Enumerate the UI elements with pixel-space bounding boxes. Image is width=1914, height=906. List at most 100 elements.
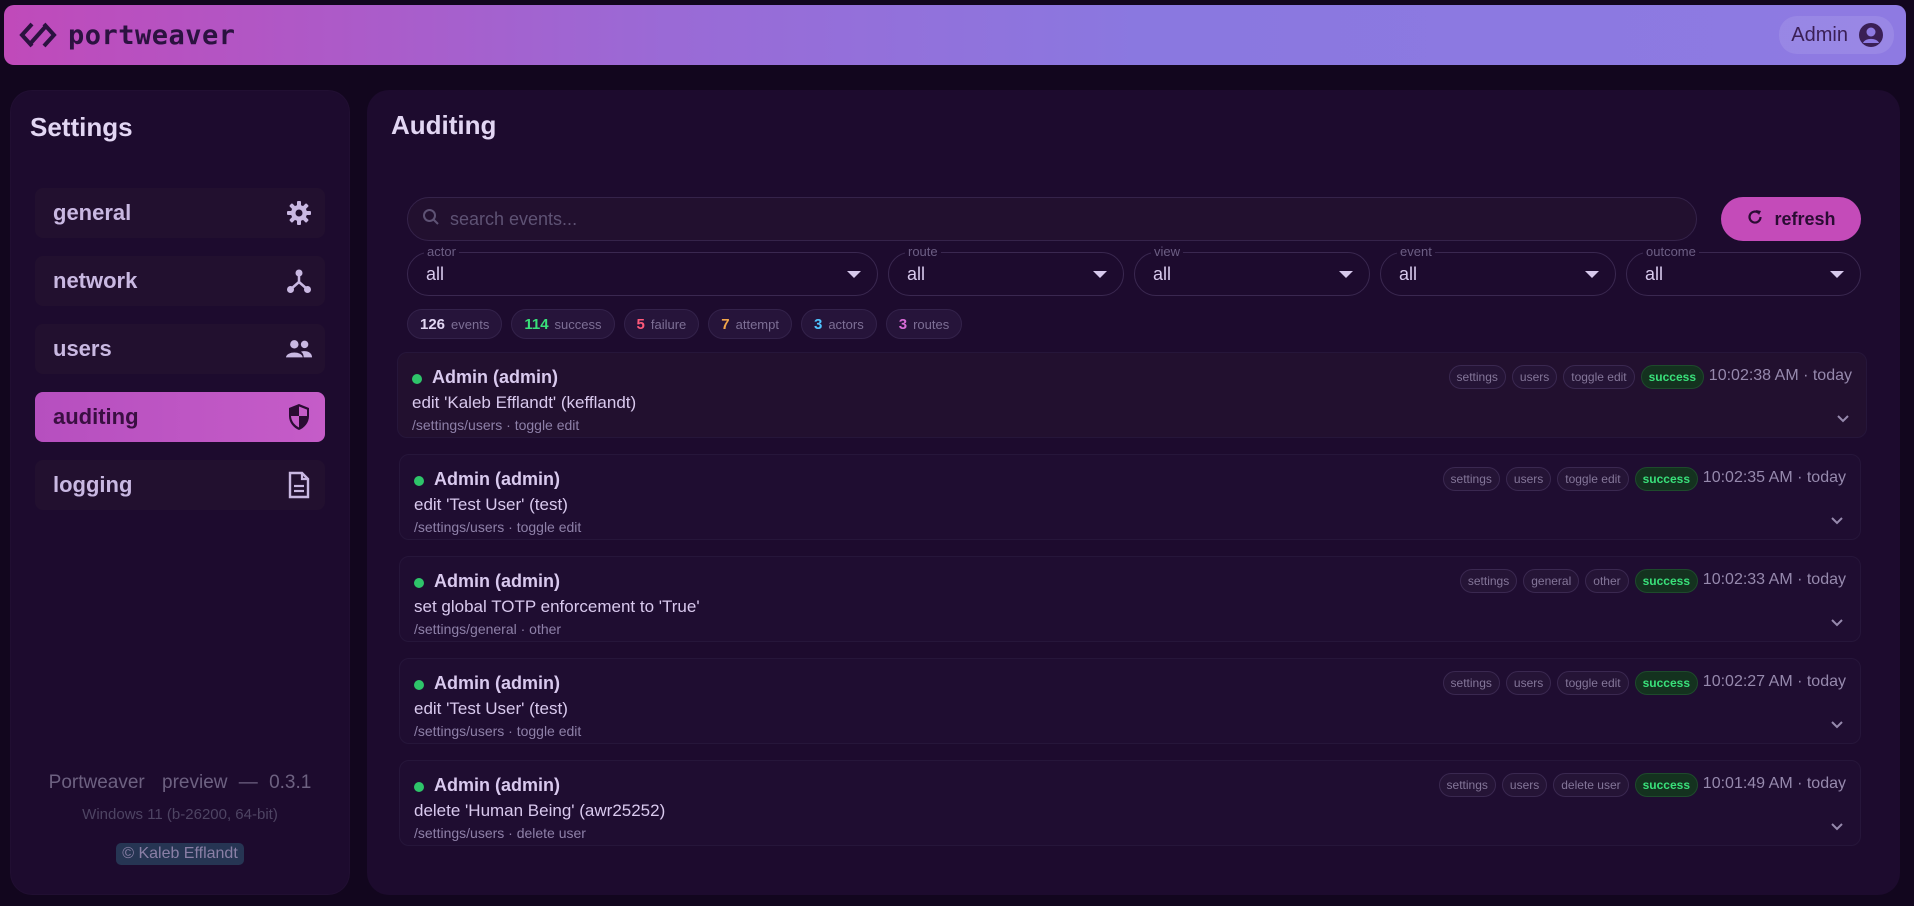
stat-failure: 5 failure: [623, 309, 700, 339]
status-dot: [414, 476, 424, 486]
stat-label: attempt: [735, 316, 779, 332]
event-row[interactable]: Admin (admin) edit 'Test User' (test) /s…: [399, 658, 1861, 744]
event-row[interactable]: Admin (admin) delete 'Human Being' (awr2…: [399, 760, 1861, 846]
sidebar-item-label: general: [53, 200, 132, 225]
filter-legend: route: [905, 244, 941, 259]
event-tag: delete user: [1553, 773, 1629, 797]
filter-row: actor all route all view all event all o…: [407, 244, 1861, 296]
event-actor: Admin (admin): [434, 673, 560, 693]
stat-count: 7: [721, 315, 730, 333]
filter-legend: outcome: [1643, 244, 1699, 259]
event-tag: settings: [1459, 569, 1518, 593]
app-name-footer: Portweaver: [48, 772, 145, 793]
status-dot: [412, 374, 422, 384]
event-tag: toggle edit: [1557, 467, 1629, 491]
version-info: Portweaver preview — 0.3.1: [10, 772, 350, 794]
actor-filter-select[interactable]: actor all: [407, 244, 878, 296]
event-tags: settings users toggle edit success: [1442, 671, 1698, 695]
user-menu-button[interactable]: Admin: [1779, 16, 1894, 54]
stat-count: 3: [898, 315, 908, 333]
stat-label: events: [451, 316, 490, 332]
stat-label: routes: [913, 316, 950, 332]
refresh-button[interactable]: refresh: [1721, 197, 1861, 241]
search-box[interactable]: [407, 197, 1697, 241]
event-path: /settings/general · other: [414, 621, 562, 637]
filter-value: all: [907, 263, 926, 284]
sidebar-item-general[interactable]: general: [35, 188, 325, 238]
event-tag: users: [1505, 467, 1552, 491]
event-path: /settings/users · delete user: [414, 825, 586, 841]
release-channel: preview: [162, 772, 228, 793]
chevron-down-icon[interactable]: [1830, 819, 1844, 833]
event-filter-select[interactable]: event all: [1380, 244, 1616, 296]
portweaver-logo-icon: [18, 18, 58, 52]
sidebar-item-logging[interactable]: logging: [35, 460, 325, 510]
user-name: Admin: [1791, 23, 1848, 46]
event-tag: toggle edit: [1563, 365, 1635, 389]
shield-icon: [285, 403, 313, 431]
event-row[interactable]: Admin (admin) set global TOTP enforcemen…: [399, 556, 1861, 642]
status-dot: [414, 782, 424, 792]
event-tag: settings: [1442, 671, 1500, 695]
sidebar-item-label: users: [53, 336, 112, 361]
stat-count: 114: [524, 315, 549, 333]
event-timestamp: 10:02:33 AM · today: [1702, 571, 1846, 588]
event-tag: users: [1511, 365, 1558, 389]
chevron-down-icon: [1093, 270, 1107, 278]
sidebar-item-label: network: [53, 268, 138, 293]
chevron-down-icon[interactable]: [1830, 615, 1844, 629]
sidebar-item-label: auditing: [53, 404, 139, 429]
event-row[interactable]: Admin (admin) edit 'Kaleb Efflandt' (kef…: [397, 352, 1867, 438]
route-filter-select[interactable]: route all: [888, 244, 1124, 296]
stat-count: 5: [636, 315, 645, 333]
event-tag: users: [1501, 773, 1548, 797]
outcome-badge: success: [1634, 671, 1698, 695]
event-description: edit 'Kaleb Efflandt' (kefflandt): [412, 393, 637, 412]
network-icon: [285, 267, 313, 295]
refresh-icon: [1746, 208, 1764, 231]
event-description: edit 'Test User' (test): [414, 699, 568, 718]
stat-count: 3: [813, 315, 823, 333]
brand[interactable]: portweaver: [18, 18, 236, 52]
stat-label: failure: [650, 316, 687, 332]
account-icon: [1858, 22, 1884, 48]
event-row[interactable]: Admin (admin) edit 'Test User' (test) /s…: [399, 454, 1861, 540]
users-icon: [285, 335, 313, 363]
chevron-down-icon: [1339, 270, 1353, 278]
filter-value: all: [1399, 263, 1418, 284]
stat-label: actors: [828, 316, 864, 332]
chevron-down-icon[interactable]: [1836, 411, 1850, 425]
chevron-down-icon[interactable]: [1830, 513, 1844, 527]
event-timestamp: 10:02:35 AM · today: [1702, 469, 1846, 486]
top-bar: portweaver Admin: [4, 5, 1906, 65]
chevron-down-icon[interactable]: [1830, 717, 1844, 731]
chevron-down-icon: [1830, 270, 1844, 278]
event-tag: general: [1523, 569, 1580, 593]
stats-row: 126 events 114 success 5 failure 7 attem…: [407, 309, 963, 339]
event-tag: other: [1585, 569, 1629, 593]
document-icon: [285, 471, 313, 499]
sidebar-item-network[interactable]: network: [35, 256, 325, 306]
view-filter-select[interactable]: view all: [1134, 244, 1370, 296]
event-list: Admin (admin) edit 'Kaleb Efflandt' (kef…: [397, 352, 1867, 862]
outcome-badge: success: [1634, 467, 1698, 491]
filter-legend: view: [1151, 244, 1184, 259]
outcome-filter-select[interactable]: outcome all: [1626, 244, 1861, 296]
app-name: portweaver: [68, 19, 236, 51]
sidebar-title: Settings: [30, 112, 133, 142]
event-tags: settings users delete user success: [1438, 773, 1698, 797]
status-dot: [414, 680, 424, 690]
sidebar-item-users[interactable]: users: [35, 324, 325, 374]
event-tag: settings: [1438, 773, 1496, 797]
sidebar-item-auditing[interactable]: auditing: [35, 392, 325, 442]
os-info: Windows 11 (b-26200, 64-bit): [82, 806, 278, 823]
filter-value: all: [426, 263, 445, 284]
chevron-down-icon: [847, 270, 861, 278]
copyright-link[interactable]: © Kaleb Efflandt: [116, 843, 244, 865]
gear-icon: [285, 199, 313, 227]
version-number: 0.3.1: [269, 772, 312, 793]
event-actor: Admin (admin): [434, 775, 560, 795]
event-tags: settings users toggle edit success: [1448, 365, 1704, 389]
event-actor: Admin (admin): [432, 367, 558, 387]
search-input[interactable]: [450, 208, 1650, 230]
